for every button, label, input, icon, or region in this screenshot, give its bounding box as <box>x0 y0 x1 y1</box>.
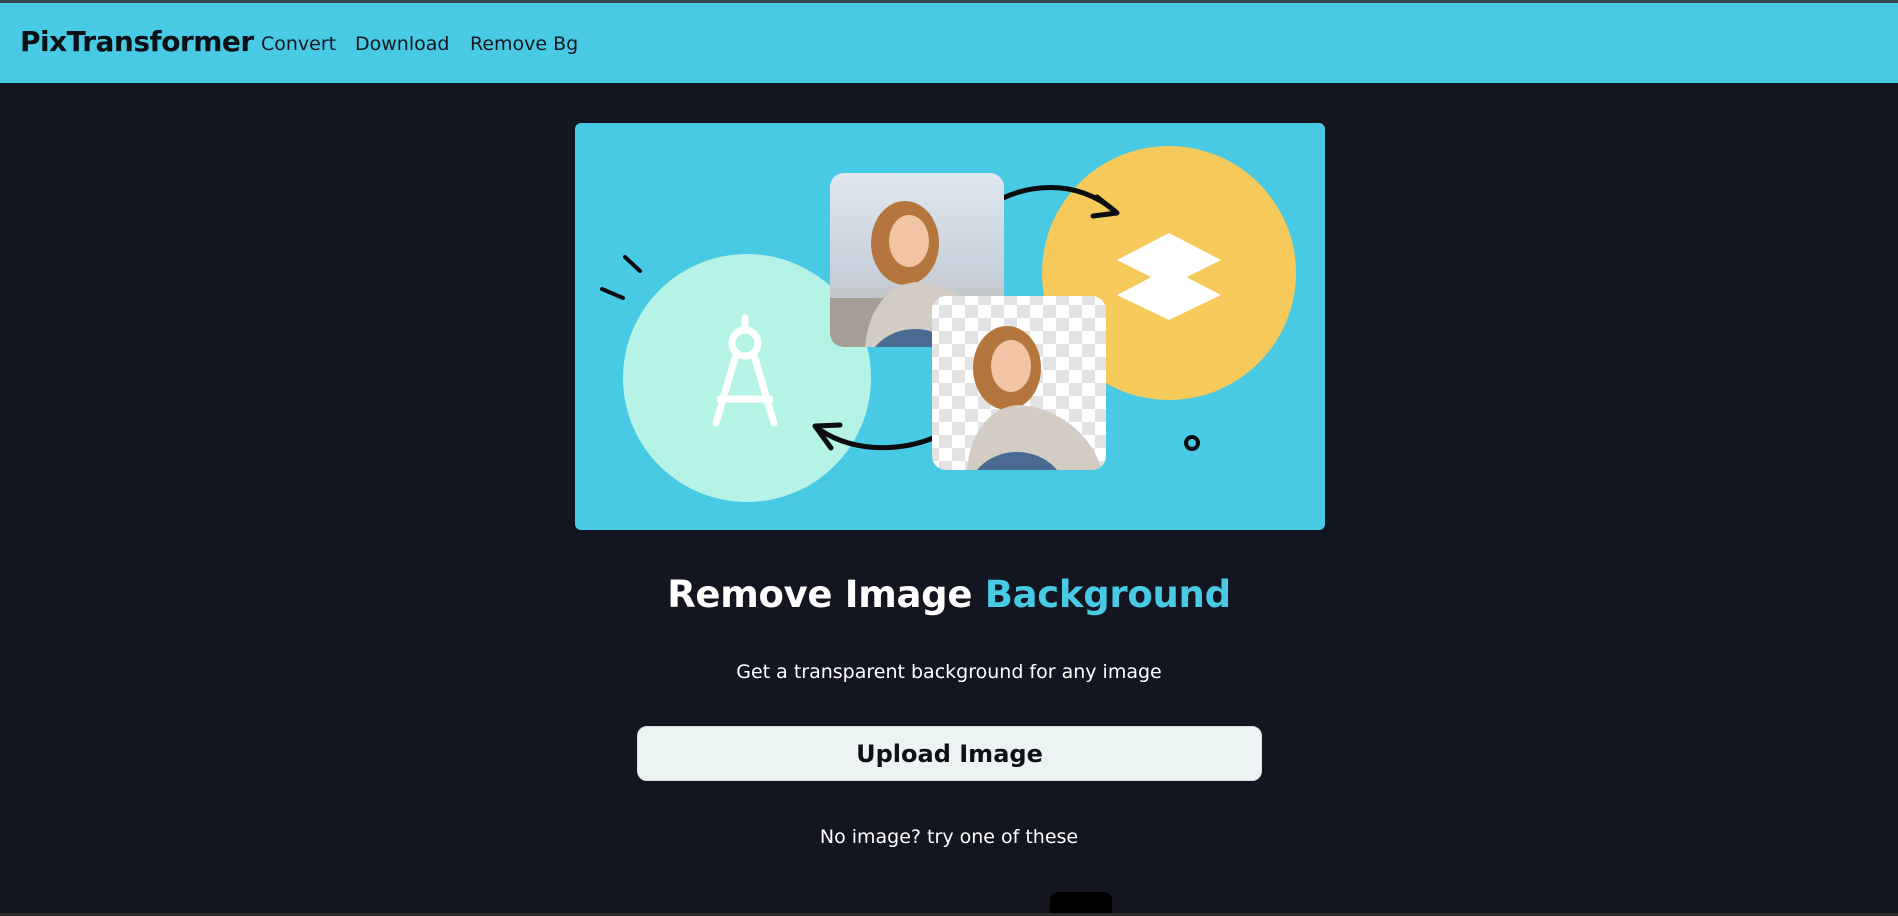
sample-images-prompt: No image? try one of these <box>819 826 1079 848</box>
result-photo <box>932 296 1106 470</box>
nav-link-remove-bg[interactable]: Remove Bg <box>470 33 578 55</box>
upload-image-button[interactable]: Upload Image <box>637 726 1262 781</box>
headline-accent: Background <box>984 573 1231 616</box>
page-title: Remove Image Background <box>0 573 1898 616</box>
nav-link-download[interactable]: Download <box>355 33 449 55</box>
decorative-ring <box>1184 435 1200 451</box>
page-subtitle: Get a transparent background for any ima… <box>736 661 1162 683</box>
navbar: PixTransformer Convert Download Remove B… <box>0 3 1898 83</box>
hero-illustration <box>575 123 1325 530</box>
nav-link-convert[interactable]: Convert <box>261 33 336 55</box>
brand-logo[interactable]: PixTransformer <box>20 25 254 58</box>
headline-text: Remove Image <box>667 573 985 616</box>
decorative-dashes <box>600 255 642 300</box>
